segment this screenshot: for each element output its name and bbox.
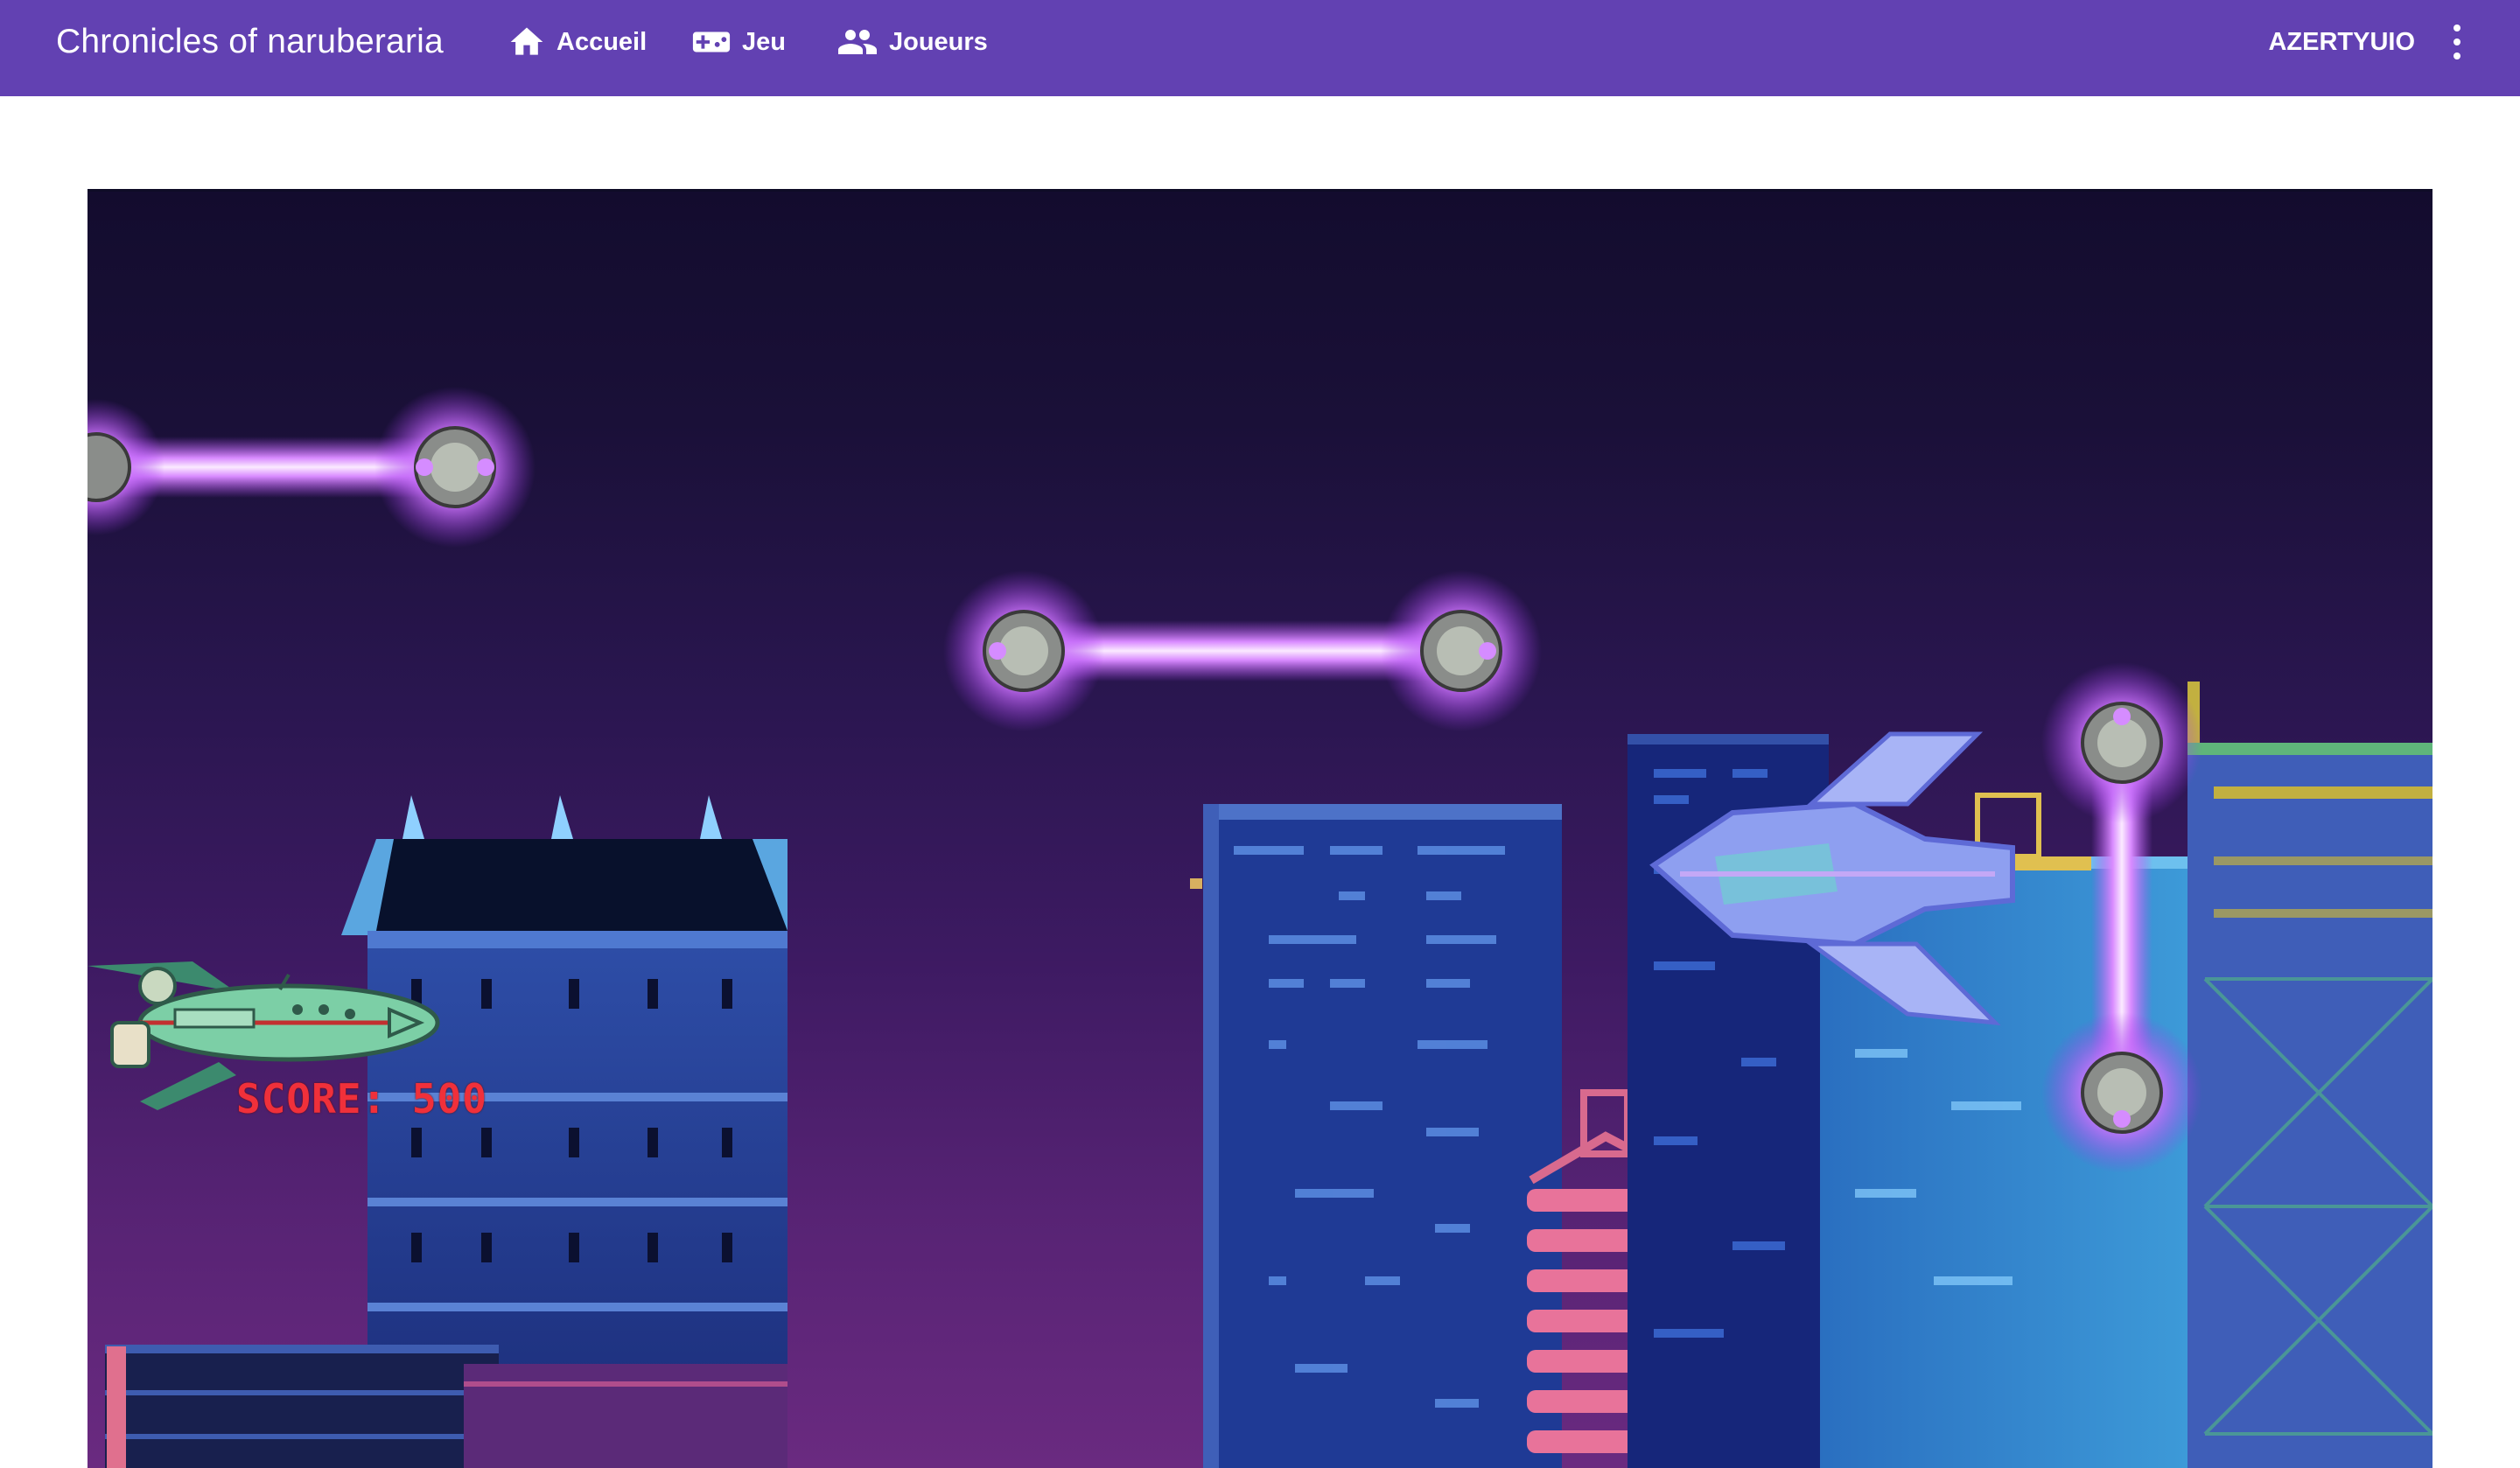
more-vert-icon[interactable] [2452, 24, 2462, 59]
game-scene [88, 387, 2432, 1468]
score-label: SCORE: 500 [236, 1075, 487, 1122]
gamepad-icon [692, 31, 731, 52]
nav-jeu-label: Jeu [742, 27, 786, 56]
plasma-barrier-1 [88, 387, 536, 548]
nav-joueurs-label: Joueurs [889, 27, 988, 56]
top-toolbar: Chronicles of naruberaria Accueil Jeu Jo… [0, 0, 2520, 96]
user-name[interactable]: AZERTYUIO [2268, 17, 2415, 66]
building-left [105, 795, 788, 1468]
app-title[interactable]: Chronicles of naruberaria [56, 19, 444, 65]
game-canvas[interactable]: SCORE: 500 [88, 189, 2432, 1468]
home-icon [510, 27, 543, 55]
nav-joueurs-button[interactable]: Joueurs [836, 17, 988, 66]
nav-jeu-button[interactable]: Jeu [691, 17, 786, 66]
building-right-3 [2188, 682, 2432, 1468]
nav-accueil-label: Accueil [556, 27, 648, 56]
building-center [1190, 804, 1562, 1468]
nav-accueil-button[interactable]: Accueil [508, 17, 647, 66]
plasma-barrier-2 [943, 570, 1542, 731]
people-icon [838, 30, 877, 54]
